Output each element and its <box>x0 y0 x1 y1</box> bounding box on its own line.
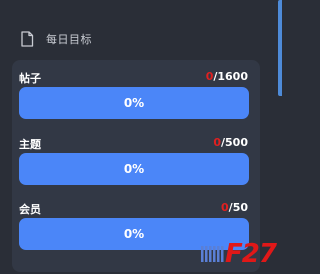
goal-topics: 主题 0/500 0% <box>19 136 249 185</box>
widget-title: 每日目标 <box>46 33 92 46</box>
document-icon <box>21 31 34 47</box>
goal-target-count: /50 <box>228 201 248 214</box>
progress-bar: 0% <box>19 153 249 185</box>
progress-percent: 0% <box>123 96 145 110</box>
goal-posts: 帖子 0/1600 0% <box>19 70 249 119</box>
watermark-logo: F27 <box>201 239 277 269</box>
goal-label: 帖子 <box>19 72 41 85</box>
watermark-text: F27 <box>225 239 277 269</box>
progress-bar: 0% <box>19 87 249 119</box>
goal-label: 主题 <box>19 138 41 151</box>
goal-label: 会员 <box>19 203 41 216</box>
goal-count: 0/500 <box>213 136 248 149</box>
watermark-stripes <box>201 246 224 262</box>
progress-percent: 0% <box>123 162 145 176</box>
goal-target-count: /1600 <box>213 70 248 83</box>
goal-current-count: 0 <box>221 201 229 214</box>
progress-percent: 0% <box>123 227 145 241</box>
goal-count: 0/1600 <box>206 70 248 83</box>
goal-current-count: 0 <box>213 136 222 149</box>
widget-header: 每日目标 <box>20 29 92 49</box>
scrollbar-accent[interactable] <box>278 0 282 96</box>
goal-target-count: /500 <box>221 136 248 149</box>
goal-count: 0/50 <box>221 201 248 214</box>
